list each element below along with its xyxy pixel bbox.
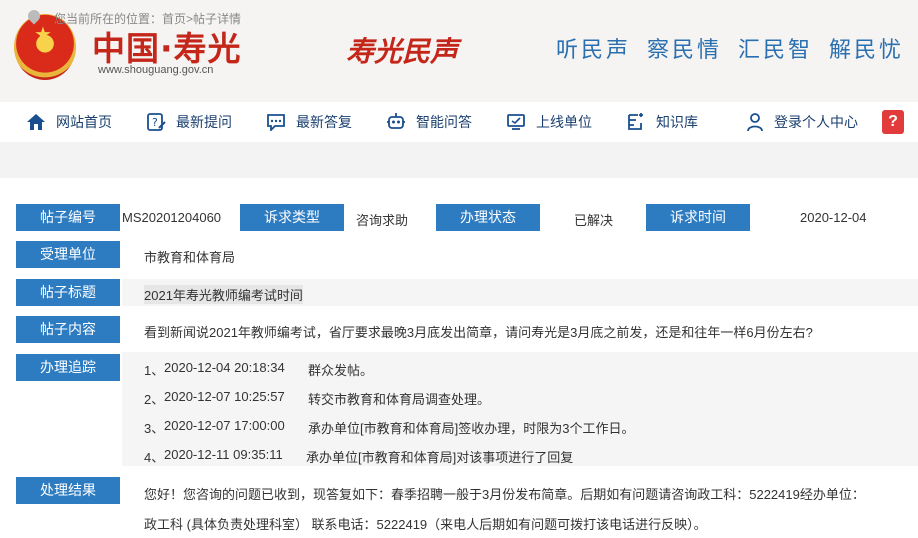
breadcrumb	[0, 142, 918, 178]
tracking-no: 1、	[144, 363, 165, 378]
tracking-text: 承办单位[市教育和体育局]签收办理，时限为3个工作日。	[308, 421, 635, 436]
result-label: 处理结果	[16, 477, 120, 504]
question-edit-icon: ?	[147, 113, 166, 131]
status-label: 办理状态	[436, 204, 540, 231]
monitor-icon	[507, 114, 525, 130]
request-time-value: 2020-12-04	[800, 210, 867, 225]
content-value: 看到新闻说2021年教师编考试，省厅要求最晚3月底发出简章，请问寿光是3月底之前…	[144, 325, 813, 340]
status-value: 已解决	[574, 213, 614, 228]
breadcrumb-text: 您当前所在的位置：首页>帖子详情	[54, 12, 242, 26]
request-type-value: 咨询求助	[356, 213, 409, 228]
site-name: 中国·寿光	[92, 29, 242, 68]
home-icon	[27, 114, 45, 130]
nav-latest-questions[interactable]: ? 最新提问	[146, 102, 232, 142]
post-no-value: MS20201204060	[122, 210, 222, 225]
chat-icon	[267, 114, 285, 131]
svg-text:?: ?	[152, 116, 158, 129]
tracking-no: 3、	[144, 421, 165, 436]
column-name: 寿光民声	[346, 35, 459, 68]
nav-login-label: 登录个人中心	[774, 114, 858, 130]
nav-latest-questions-label: 最新提问	[176, 114, 232, 130]
result-line-2: 政工科 (具体负责处理科室） 联系电话：5222419（来电人后期如有问题可拨打…	[144, 517, 707, 532]
nav-home[interactable]: 网站首页	[26, 102, 112, 142]
tracking-time: 2020-12-07 10:25:57	[164, 389, 285, 404]
tracking-label: 办理追踪	[16, 354, 120, 381]
tracking-no: 4、	[144, 450, 165, 465]
post-no-label: 帖子编号	[16, 204, 120, 231]
robot-icon	[387, 113, 405, 129]
tracking-no: 2、	[144, 392, 165, 407]
nav-knowledge-base-label: 知识库	[656, 114, 698, 130]
request-type-label: 诉求类型	[240, 204, 344, 231]
nav-smart-qa[interactable]: 智能问答	[386, 102, 472, 142]
help-icon[interactable]: ?	[882, 110, 904, 134]
tracking-text: 承办单位[市教育和体育局]对该事项进行了回复	[306, 450, 574, 465]
tracking-time: 2020-12-11 09:35:11	[164, 447, 283, 462]
tracking-text: 群众发帖。	[308, 363, 374, 378]
nav-latest-replies[interactable]: 最新答复	[266, 102, 352, 142]
nav-smart-qa-label: 智能问答	[416, 114, 472, 130]
user-icon	[747, 113, 763, 132]
tracking-time: 2020-12-07 17:00:00	[164, 418, 285, 433]
nav-knowledge-base[interactable]: 知识库	[626, 102, 698, 142]
nav-online-units-label: 上线单位	[536, 114, 592, 130]
nav-online-units[interactable]: 上线单位	[506, 102, 592, 142]
result-line-1: 您好！您咨询的问题已收到，现答复如下：春季招聘一般于3月份发布简章。后期如有问题…	[144, 487, 865, 502]
tracking-time: 2020-12-04 20:18:34	[164, 360, 285, 375]
book-edit-icon	[628, 113, 643, 130]
site-url: www.shouguang.gov.cn	[98, 64, 214, 76]
unit-value: 市教育和体育局	[144, 250, 236, 265]
tracking-text: 转交市教育和体育局调查处理。	[308, 392, 491, 407]
request-time-label: 诉求时间	[646, 204, 750, 231]
main-nav: 网站首页 ? 最新提问 最新答复 智能问答 上线单位 知识库 登录个人中心	[0, 102, 918, 142]
title-value: 2021年寿光教师编考试时间	[144, 285, 303, 304]
content-label: 帖子内容	[16, 316, 120, 343]
unit-label: 受理单位	[16, 241, 120, 268]
slogan: 听民声 察民情 汇民智 解民忧	[556, 38, 904, 63]
nav-latest-replies-label: 最新答复	[296, 114, 352, 130]
nav-home-label: 网站首页	[56, 114, 112, 130]
title-label: 帖子标题	[16, 279, 120, 306]
nav-login[interactable]: 登录个人中心	[746, 102, 858, 142]
